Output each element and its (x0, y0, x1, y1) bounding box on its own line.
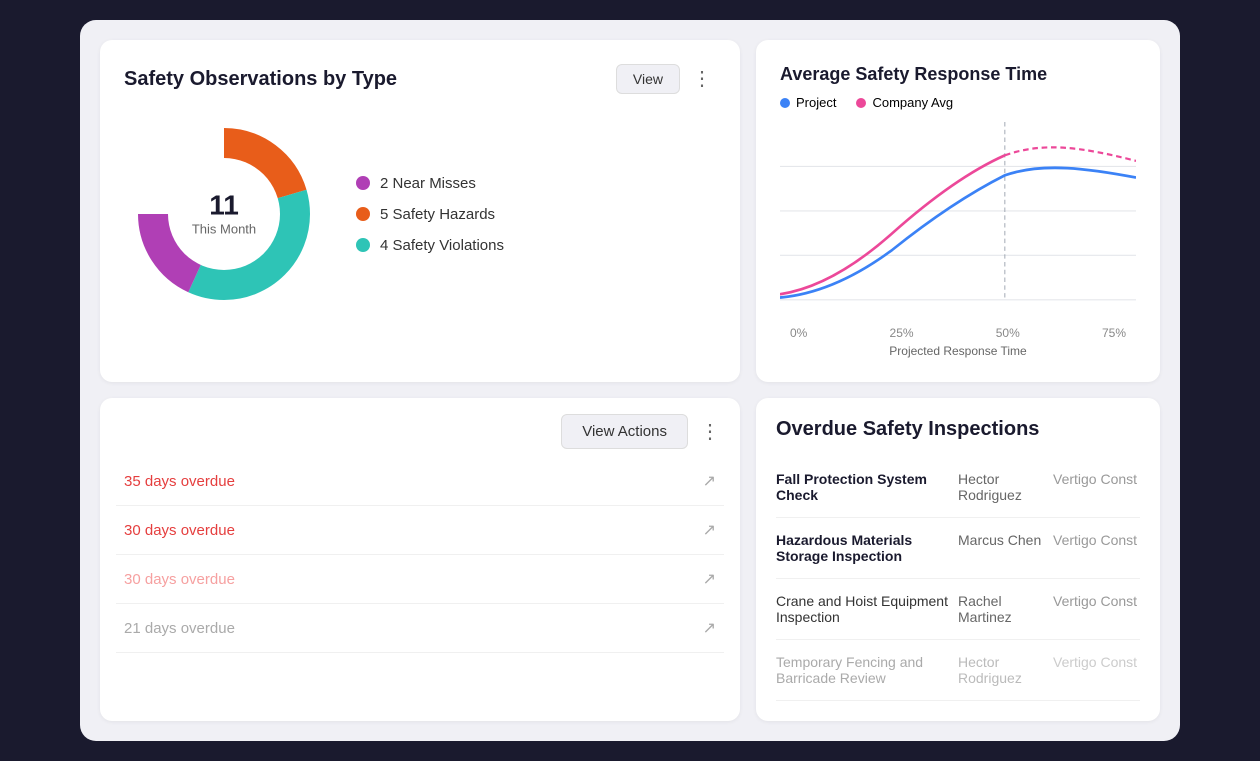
inspection-company-1: Vertigo Const (1053, 471, 1140, 503)
inspection-company-3: Vertigo Const (1053, 593, 1140, 625)
donut-chart: 11 This Month (124, 114, 324, 314)
inspection-person-2: Marcus Chen (958, 532, 1045, 564)
chart-area: 11 This Month 2 Near Misses 5 Safety Haz… (124, 114, 716, 314)
view-button[interactable]: View (616, 64, 680, 94)
x-label-75: 75% (1102, 326, 1126, 340)
action-row-4: 21 days overdue ↗ (116, 604, 724, 653)
inspection-person-3: Rachel Martinez (958, 593, 1045, 625)
legend-item-safety-hazards: 5 Safety Hazards (356, 206, 504, 223)
response-chart (780, 122, 1136, 322)
observations-header: Safety Observations by Type View ⋮ (124, 64, 716, 94)
action-row-3: 30 days overdue ↗ (116, 555, 724, 604)
legend-circle-company-avg (856, 98, 866, 108)
inspection-person-1: Hector Rodriguez (958, 471, 1045, 503)
inspection-name-1: Fall Protection System Check (776, 471, 950, 503)
dashboard: Safety Observations by Type View ⋮ (80, 20, 1180, 741)
actions-more-button[interactable]: ⋮ (696, 420, 724, 444)
donut-period: This Month (192, 222, 256, 237)
legend-company-avg: Company Avg (856, 95, 953, 110)
inspection-company-4: Vertigo Const (1053, 654, 1140, 686)
actions-header: View Actions ⋮ (116, 414, 724, 449)
donut-total: 11 (192, 192, 256, 220)
inspection-name-2: Hazardous Materials Storage Inspection (776, 532, 950, 564)
inspection-row-1: Fall Protection System Check Hector Rodr… (776, 457, 1140, 518)
inspection-row-4: Temporary Fencing and Barricade Review H… (776, 640, 1140, 701)
x-label-50: 50% (996, 326, 1020, 340)
legend-dot-near-misses (356, 176, 370, 190)
external-link-icon-4[interactable]: ↗ (703, 618, 716, 638)
legend-label-safety-violations: 4 Safety Violations (380, 237, 504, 254)
legend-circle-project (780, 98, 790, 108)
inspections-card: Overdue Safety Inspections Fall Protecti… (756, 398, 1160, 721)
response-legend: Project Company Avg (780, 95, 1136, 110)
action-row-1: 35 days overdue ↗ (116, 457, 724, 506)
external-link-icon-1[interactable]: ↗ (703, 471, 716, 491)
overdue-text-4: 21 days overdue (124, 620, 235, 637)
donut-center: 11 This Month (192, 192, 256, 237)
inspection-name-3: Crane and Hoist Equipment Inspection (776, 593, 950, 625)
x-axis-labels: 0% 25% 50% 75% (780, 326, 1136, 340)
response-card: Average Safety Response Time Project Com… (756, 40, 1160, 382)
legend-dot-safety-violations (356, 238, 370, 252)
observations-legend: 2 Near Misses 5 Safety Hazards 4 Safety … (356, 175, 504, 254)
legend-label-company-avg: Company Avg (872, 95, 953, 110)
legend-label-project: Project (796, 95, 836, 110)
inspection-row-2: Hazardous Materials Storage Inspection M… (776, 518, 1140, 579)
response-chart-svg (780, 122, 1136, 322)
legend-project: Project (780, 95, 836, 110)
inspection-person-4: Hector Rodriguez (958, 654, 1045, 686)
observations-actions: View ⋮ (616, 64, 716, 94)
overdue-text-2: 30 days overdue (124, 522, 235, 539)
response-title: Average Safety Response Time (780, 64, 1136, 85)
more-options-button[interactable]: ⋮ (688, 67, 716, 91)
legend-label-safety-hazards: 5 Safety Hazards (380, 206, 495, 223)
x-label-25: 25% (890, 326, 914, 340)
action-row-2: 30 days overdue ↗ (116, 506, 724, 555)
inspection-row-3: Crane and Hoist Equipment Inspection Rac… (776, 579, 1140, 640)
x-axis-title: Projected Response Time (780, 344, 1136, 358)
overdue-text-1: 35 days overdue (124, 473, 235, 490)
overdue-text-3: 30 days overdue (124, 571, 235, 588)
observations-card: Safety Observations by Type View ⋮ (100, 40, 740, 382)
legend-item-near-misses: 2 Near Misses (356, 175, 504, 192)
legend-item-safety-violations: 4 Safety Violations (356, 237, 504, 254)
inspection-company-2: Vertigo Const (1053, 532, 1140, 564)
observations-title: Safety Observations by Type (124, 68, 397, 91)
external-link-icon-2[interactable]: ↗ (703, 520, 716, 540)
legend-dot-safety-hazards (356, 207, 370, 221)
legend-label-near-misses: 2 Near Misses (380, 175, 476, 192)
external-link-icon-3[interactable]: ↗ (703, 569, 716, 589)
x-label-0: 0% (790, 326, 807, 340)
inspections-title: Overdue Safety Inspections (776, 418, 1140, 441)
view-actions-button[interactable]: View Actions (561, 414, 688, 449)
actions-card: View Actions ⋮ 35 days overdue ↗ 30 days… (100, 398, 740, 721)
inspection-name-4: Temporary Fencing and Barricade Review (776, 654, 950, 686)
